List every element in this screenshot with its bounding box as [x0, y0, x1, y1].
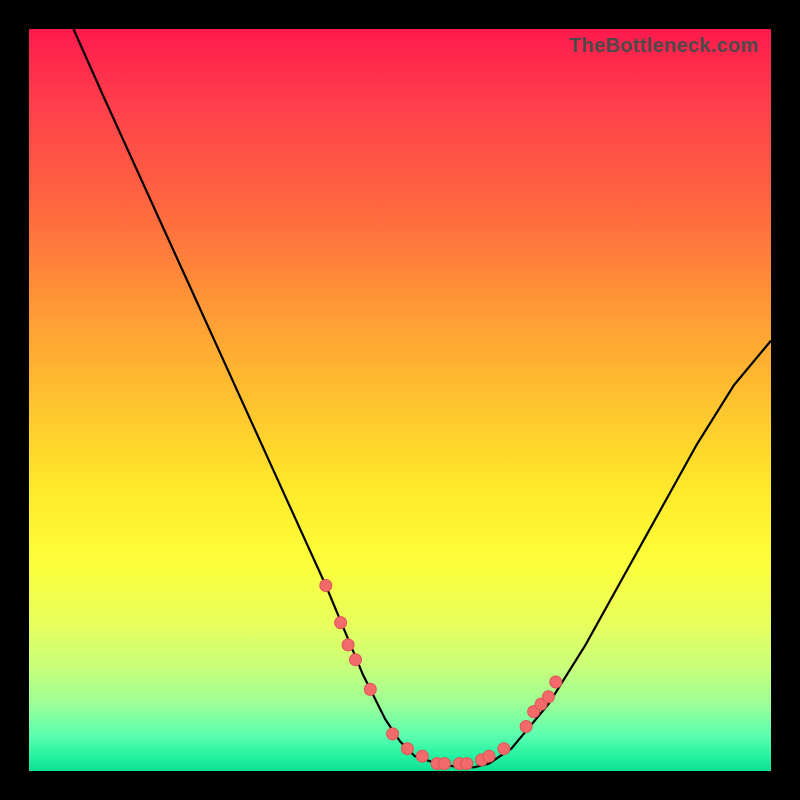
highlight-markers [320, 580, 562, 770]
highlight-marker [320, 580, 332, 592]
bottleneck-curve-svg [29, 29, 771, 771]
highlight-marker [542, 691, 554, 703]
highlight-marker [461, 758, 473, 770]
highlight-marker [498, 743, 510, 755]
highlight-marker [364, 683, 376, 695]
highlight-marker [483, 750, 495, 762]
highlight-marker [335, 617, 347, 629]
highlight-marker [520, 721, 532, 733]
highlight-marker [550, 676, 562, 688]
highlight-marker [401, 743, 413, 755]
highlight-marker [416, 750, 428, 762]
bottleneck-curve-path [74, 29, 772, 767]
chart-frame: TheBottleneck.com [0, 0, 800, 800]
highlight-marker [350, 654, 362, 666]
highlight-marker [342, 639, 354, 651]
highlight-marker [387, 728, 399, 740]
chart-plot-area: TheBottleneck.com [29, 29, 771, 771]
highlight-marker [439, 758, 451, 770]
